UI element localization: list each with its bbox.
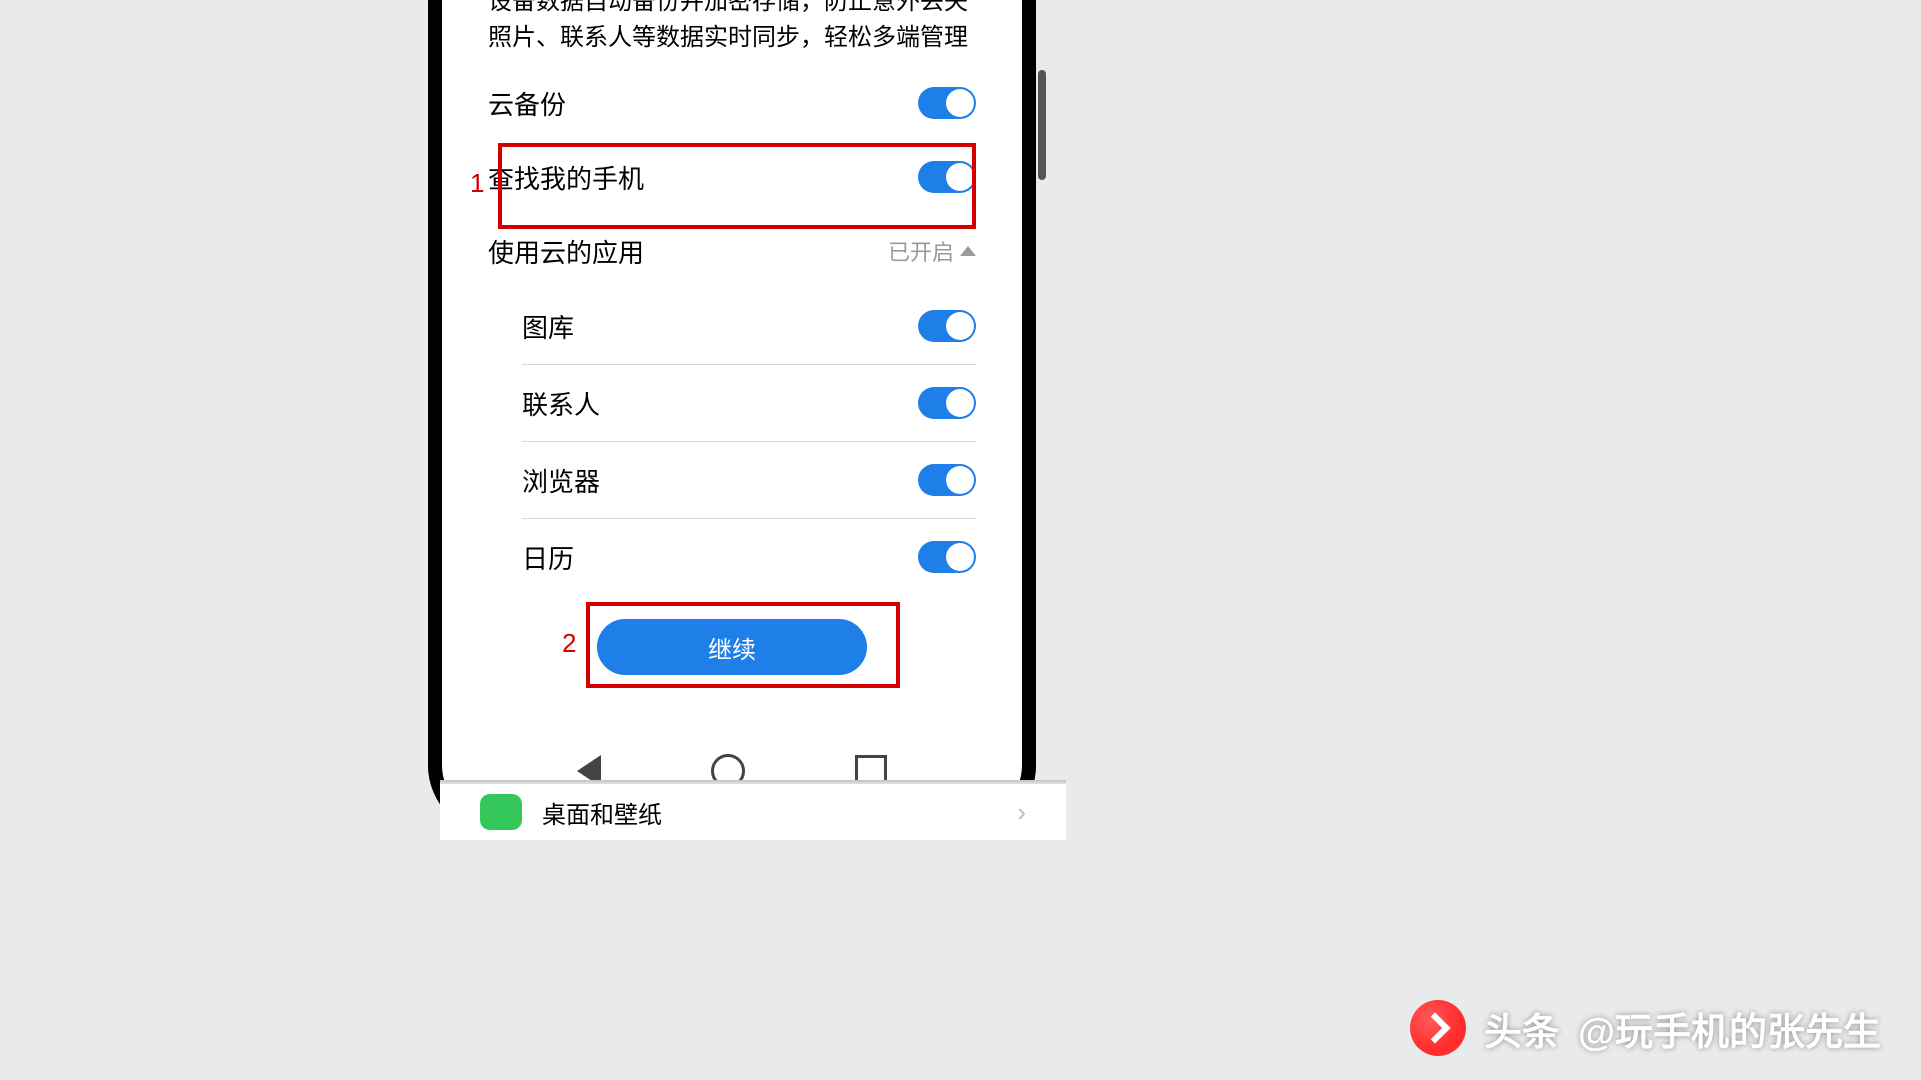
app-calendar-row[interactable]: 日历	[442, 519, 1022, 595]
cloud-apps-status: 已开启	[888, 235, 976, 267]
cloud-apps-header[interactable]: 使用云的应用 已开启	[442, 214, 1022, 288]
continue-button[interactable]: 继续	[597, 619, 867, 675]
description-line: 设备数据自动备份并加密存储，防止意外丢失	[488, 0, 976, 20]
chevron-right-icon: ›	[1017, 797, 1026, 828]
settings-content: 设备数据自动备份并加密存储，防止意外丢失 照片、联系人等数据实时同步，轻松多端管…	[442, 0, 1022, 821]
peek-setting-row[interactable]: 桌面和壁纸 ›	[440, 782, 1066, 840]
status-text: 已开启	[888, 235, 954, 267]
app-contacts-label: 联系人	[522, 385, 600, 422]
cloud-backup-row[interactable]: 云备份	[442, 66, 1022, 140]
app-gallery-label: 图库	[522, 308, 574, 345]
find-my-phone-label: 查找我的手机	[488, 159, 644, 196]
app-contacts-row[interactable]: 联系人	[442, 365, 1022, 441]
phone-side-button	[1038, 70, 1046, 180]
app-calendar-toggle[interactable]	[918, 541, 976, 573]
peek-label: 桌面和壁纸	[542, 795, 662, 830]
app-browser-label: 浏览器	[522, 462, 600, 499]
toggle-knob	[946, 89, 974, 117]
app-gallery-toggle[interactable]	[918, 310, 976, 342]
continue-button-label: 继续	[708, 630, 756, 665]
toggle-knob	[946, 312, 974, 340]
watermark: 头条 @玩手机的张先生	[1410, 1000, 1881, 1056]
toutiao-logo-icon	[1410, 1000, 1466, 1056]
watermark-handle: @玩手机的张先生	[1578, 1001, 1881, 1056]
app-contacts-toggle[interactable]	[918, 387, 976, 419]
chevron-up-icon	[960, 246, 976, 256]
phone-screen: 设备数据自动备份并加密存储，防止意外丢失 照片、联系人等数据实时同步，轻松多端管…	[442, 0, 1022, 821]
description-line: 照片、联系人等数据实时同步，轻松多端管理	[488, 20, 976, 56]
app-calendar-label: 日历	[522, 539, 574, 576]
cloud-backup-label: 云备份	[488, 85, 566, 122]
toggle-knob	[946, 389, 974, 417]
phone-mockup: 设备数据自动备份并加密存储，防止意外丢失 照片、联系人等数据实时同步，轻松多端管…	[428, 0, 1036, 835]
app-gallery-row[interactable]: 图库	[442, 288, 1022, 364]
app-browser-row[interactable]: 浏览器	[442, 442, 1022, 518]
watermark-brand: 头条	[1484, 1001, 1560, 1056]
cloud-backup-toggle[interactable]	[918, 87, 976, 119]
toggle-knob	[946, 163, 974, 191]
cloud-apps-title: 使用云的应用	[488, 233, 644, 270]
toggle-knob	[946, 466, 974, 494]
wallpaper-icon	[480, 794, 522, 830]
toggle-knob	[946, 543, 974, 571]
app-browser-toggle[interactable]	[918, 464, 976, 496]
feature-description: 设备数据自动备份并加密存储，防止意外丢失 照片、联系人等数据实时同步，轻松多端管…	[442, 0, 1022, 66]
find-my-phone-row[interactable]: 查找我的手机	[442, 140, 1022, 214]
find-my-phone-toggle[interactable]	[918, 161, 976, 193]
